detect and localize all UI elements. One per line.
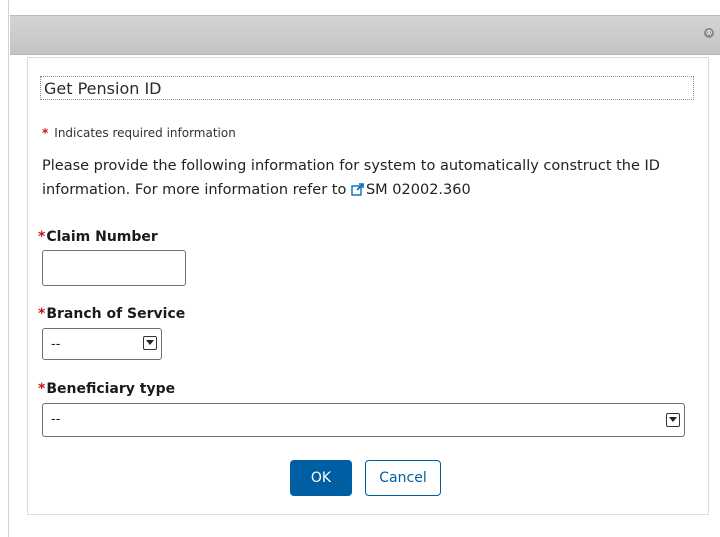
branch-of-service-label-text: Branch of Service [46, 306, 186, 322]
instructions-paragraph: Please provide the following information… [42, 154, 692, 204]
dialog-titlebar[interactable] [10, 15, 720, 55]
required-marker: * [38, 306, 46, 322]
ok-button[interactable]: OK [290, 460, 352, 496]
branch-of-service-value: -- [51, 337, 61, 352]
beneficiary-type-label: *Beneficiary type [38, 381, 175, 397]
required-marker: * [38, 229, 46, 245]
chevron-down-icon [143, 336, 157, 350]
external-link-icon [351, 180, 365, 204]
cancel-button[interactable]: Cancel [365, 460, 441, 496]
required-info-note: * Indicates required information [42, 126, 236, 140]
dialog-title: Get Pension ID [44, 79, 162, 98]
claim-number-label-text: Claim Number [46, 229, 158, 245]
required-marker: * [42, 126, 49, 140]
required-marker: * [38, 381, 46, 397]
dialog-header: Get Pension ID [40, 76, 694, 100]
beneficiary-type-label-text: Beneficiary type [46, 381, 176, 397]
beneficiary-type-select[interactable]: -- [42, 403, 685, 437]
close-icon[interactable]: ⊗ [704, 28, 714, 38]
claim-number-input[interactable] [42, 250, 186, 286]
branch-of-service-label: *Branch of Service [38, 306, 185, 322]
claim-number-label: *Claim Number [38, 229, 158, 245]
reference-link[interactable]: SM 02002.360 [366, 182, 471, 198]
window-edge-divider [8, 0, 9, 537]
required-note-text: Indicates required information [54, 126, 236, 140]
branch-of-service-select[interactable]: -- [42, 328, 162, 360]
beneficiary-type-value: -- [51, 412, 61, 427]
chevron-down-icon [666, 413, 680, 427]
